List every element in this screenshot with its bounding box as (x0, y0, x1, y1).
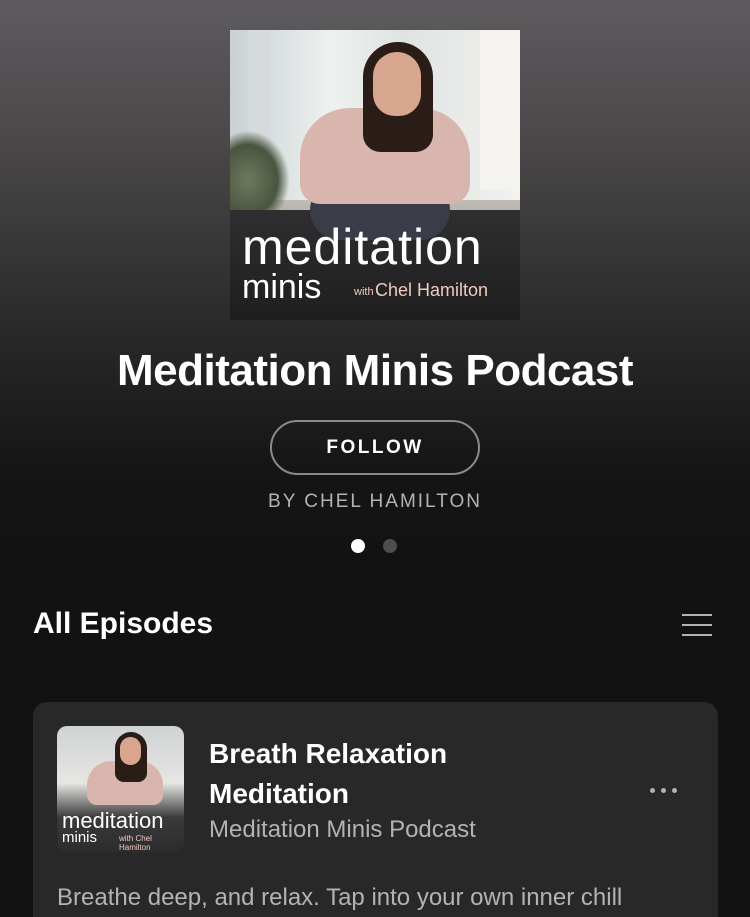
follow-button[interactable]: FOLLOW (270, 420, 480, 475)
thumb-brand-line2: minis (62, 829, 98, 846)
episode-show-name: Meditation Minis Podcast (209, 816, 476, 843)
hamburger-line (682, 614, 712, 616)
cover-window-frame (480, 30, 520, 190)
thumb-brand-host: with Chel Hamilton (119, 834, 152, 852)
episode-description: Breathe deep, and relax. Tap into your o… (57, 884, 623, 911)
episode-card[interactable]: meditation minis with Chel Hamilton Brea… (33, 702, 718, 917)
cover-brand-line1: meditation (242, 219, 483, 275)
cover-brand-host: Chel Hamilton (375, 280, 489, 300)
more-dot (649, 787, 655, 793)
more-dot (671, 787, 677, 793)
more-options-icon[interactable] (643, 782, 683, 798)
thumb-person-face (120, 737, 141, 765)
episode-title[interactable]: Breath Relaxation Meditation (209, 734, 569, 814)
page-indicator[interactable] (351, 539, 397, 553)
podcast-cover-art: meditation minis with Chel Hamilton (230, 30, 520, 320)
more-dot (660, 787, 666, 793)
hamburger-line (682, 624, 712, 626)
cover-brand-with: with (354, 286, 374, 298)
page-dot-active[interactable] (351, 539, 365, 553)
page-dot[interactable] (383, 539, 397, 553)
episode-thumbnail: meditation minis with Chel Hamilton (57, 726, 184, 853)
podcast-title: Meditation Minis Podcast (116, 346, 634, 395)
section-title-all-episodes: All Episodes (33, 607, 214, 640)
cover-brand-line2: minis (242, 268, 322, 306)
hamburger-line (682, 634, 712, 636)
podcast-byline: BY CHEL HAMILTON (268, 491, 482, 512)
hamburger-menu-icon[interactable] (682, 612, 714, 638)
cover-person-face (373, 52, 421, 116)
